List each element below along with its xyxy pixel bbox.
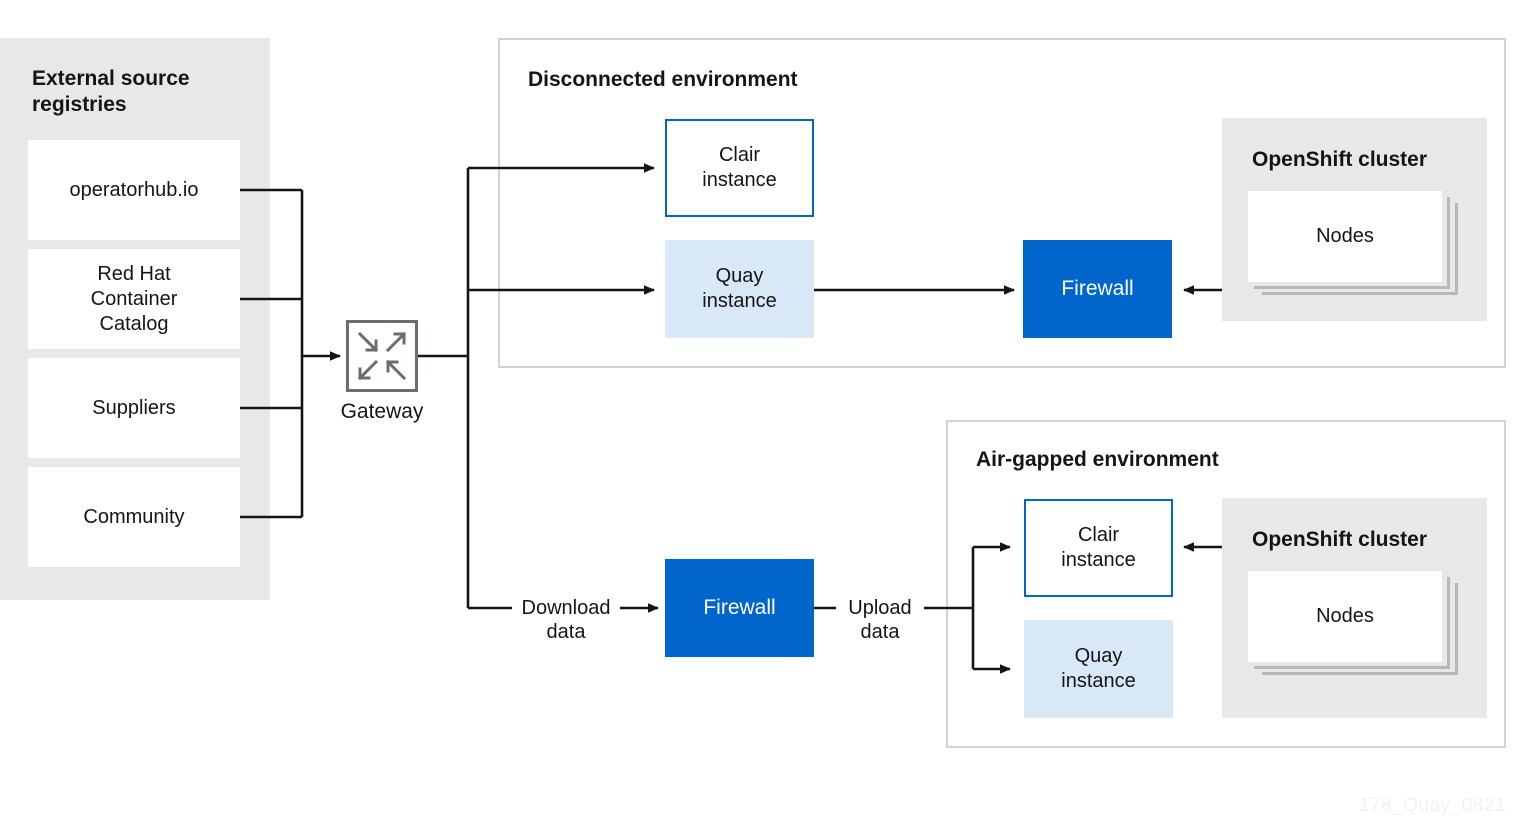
registry-box-red-hat-container-catalog[interactable]: Red Hat Container Catalog [28, 249, 240, 349]
nodes-card-airgapped[interactable]: Nodes [1248, 571, 1442, 662]
quay-instance-disconnected-label: Quay instance [702, 265, 777, 312]
openshift-cluster-disconnected-title: OpenShift cluster [1252, 148, 1428, 171]
watermark-label: 178_Quay_0821 [1358, 795, 1506, 816]
firewall-disconnected[interactable]: Firewall [1023, 240, 1172, 338]
external-registries-title-line1: External source [32, 67, 190, 90]
registry-label-community: Community [83, 505, 185, 528]
gateway-icon[interactable] [346, 320, 418, 392]
gateway-label: Gateway [340, 400, 424, 423]
quay-instance-disconnected[interactable]: Quay instance [665, 240, 814, 338]
air-gapped-environment-title: Air-gapped environment [976, 448, 1219, 471]
nodes-label-airgapped: Nodes [1316, 605, 1374, 627]
firewall-transfer-label: Firewall [703, 595, 776, 619]
registry-label-red-hat-container-catalog: Red Hat Container Catalog [90, 262, 178, 335]
firewall-disconnected-label: Firewall [1061, 276, 1134, 300]
gateway-arrows-icon [357, 331, 407, 381]
clair-instance-disconnected[interactable]: Clair instance [665, 119, 814, 217]
clair-instance-airgapped[interactable]: Clair instance [1024, 499, 1173, 597]
clair-instance-disconnected-label: Clair instance [702, 144, 777, 191]
quay-instance-airgapped-label: Quay instance [1061, 645, 1136, 692]
disconnected-environment-title: Disconnected environment [528, 68, 798, 91]
external-registries-title: External source registries [32, 66, 252, 119]
nodes-card-disconnected[interactable]: Nodes [1248, 191, 1442, 282]
upload-data-label: Upload data [836, 596, 924, 644]
registry-label-operatorhub: operatorhub.io [69, 178, 199, 201]
openshift-cluster-airgapped-title: OpenShift cluster [1252, 528, 1428, 551]
quay-instance-airgapped[interactable]: Quay instance [1024, 620, 1173, 718]
registry-box-community[interactable]: Community [28, 467, 240, 567]
registry-box-operatorhub[interactable]: operatorhub.io [28, 140, 240, 240]
registry-label-suppliers: Suppliers [92, 396, 176, 419]
firewall-transfer[interactable]: Firewall [665, 559, 814, 657]
diagram-canvas: External source registries operatorhub.i… [0, 0, 1520, 829]
download-data-label: Download data [512, 596, 620, 644]
clair-instance-airgapped-label: Clair instance [1061, 524, 1136, 571]
registry-box-suppliers[interactable]: Suppliers [28, 358, 240, 458]
nodes-label-disconnected: Nodes [1316, 225, 1374, 247]
external-registries-title-line2: registries [32, 93, 127, 117]
